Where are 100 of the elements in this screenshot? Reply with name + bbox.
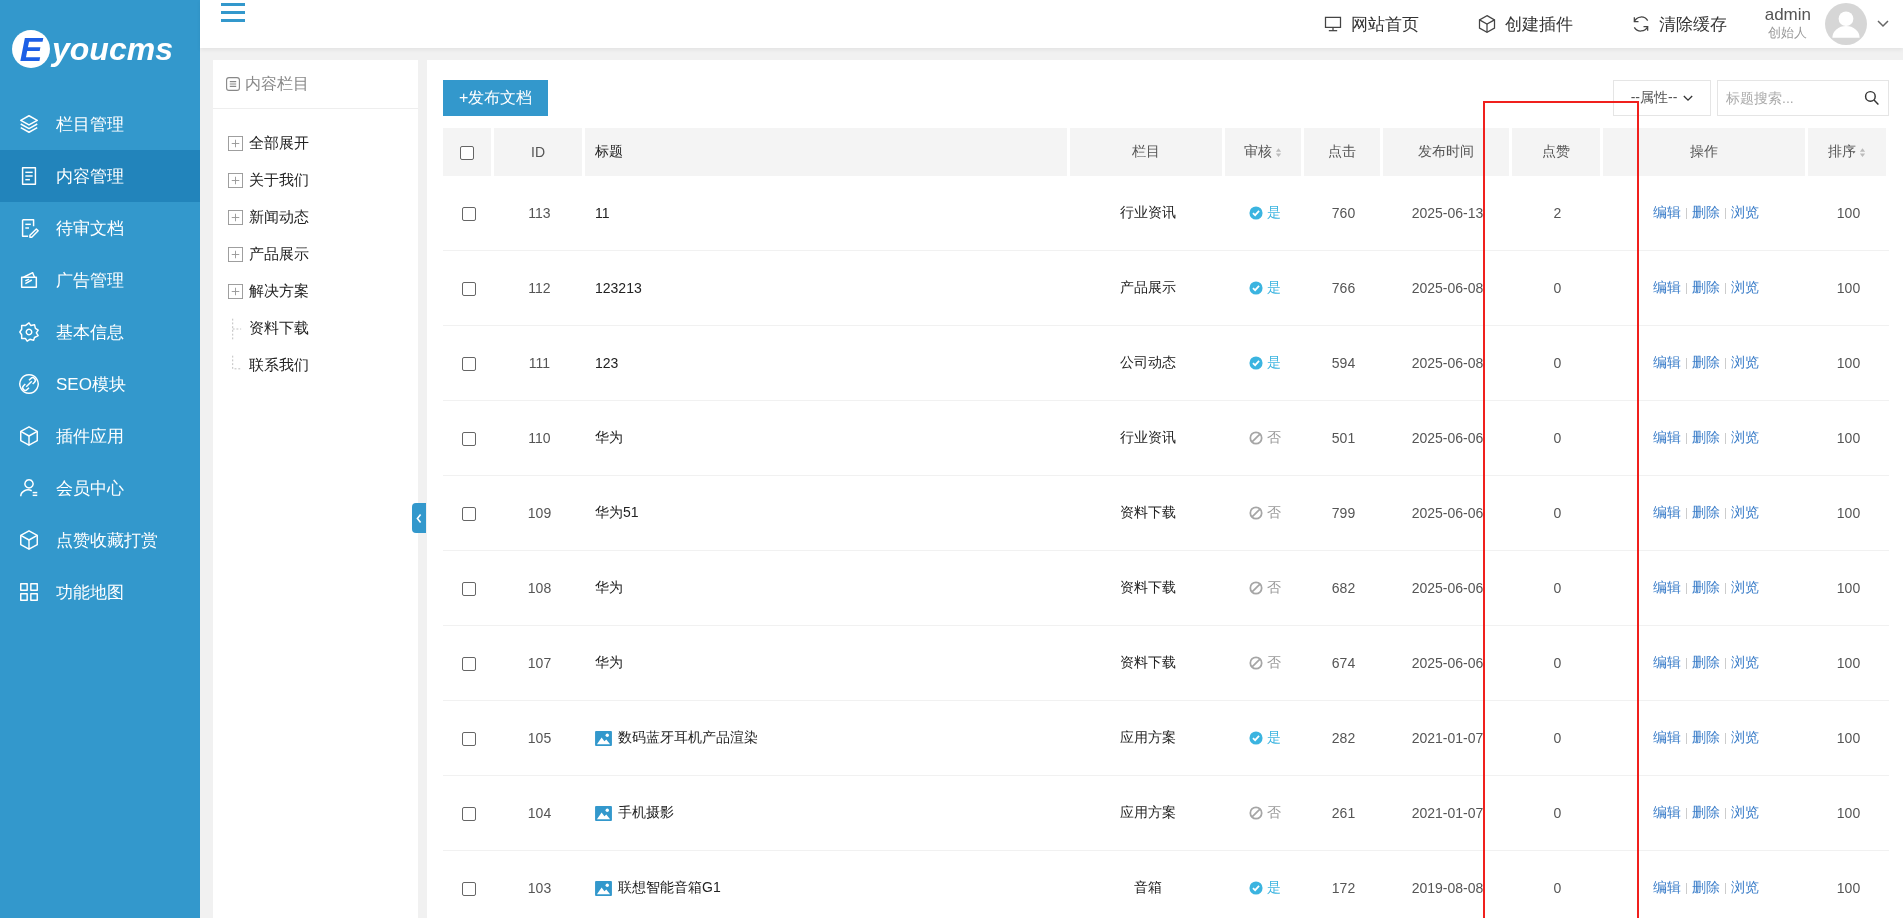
row-checkbox[interactable] [461, 882, 476, 897]
expand-icon[interactable] [228, 136, 243, 151]
row-checkbox[interactable] [461, 432, 476, 447]
sidebar-item[interactable]: 点赞收藏打赏 [0, 514, 200, 566]
edit-link[interactable]: 编辑 [1652, 804, 1681, 822]
view-link[interactable]: 浏览 [1730, 204, 1759, 222]
title-text: 11 [595, 205, 610, 221]
edit-link[interactable]: 编辑 [1652, 279, 1681, 297]
column-header: 标题 [585, 128, 1070, 176]
search-field[interactable]: 标题搜索... [1717, 80, 1889, 116]
approval-status[interactable]: 否 [1248, 803, 1281, 822]
view-link[interactable]: 浏览 [1730, 279, 1759, 297]
delete-link[interactable]: 删除 [1691, 504, 1720, 522]
edit-link[interactable]: 编辑 [1652, 579, 1681, 597]
row-checkbox[interactable] [461, 507, 476, 522]
cube-icon[interactable] [1476, 14, 1497, 34]
sidebar-item[interactable]: 广告管理 [0, 254, 200, 306]
edit-link[interactable]: 编辑 [1652, 729, 1681, 747]
attribute-select[interactable]: --属性-- [1613, 80, 1711, 116]
table-cell: 音箱 [1070, 851, 1225, 918]
tree-item[interactable]: 全部展开 [249, 134, 309, 153]
view-link[interactable]: 浏览 [1730, 504, 1759, 522]
table-cell: 100 [1808, 701, 1889, 776]
approval-status[interactable]: 是 [1248, 278, 1281, 297]
view-link[interactable]: 浏览 [1730, 429, 1759, 447]
tree-item[interactable]: 解决方案 [249, 282, 309, 301]
delete-link[interactable]: 删除 [1691, 804, 1720, 822]
table-cell: 103 [494, 851, 585, 918]
caret-icon[interactable] [1877, 20, 1889, 28]
row-checkbox[interactable] [461, 582, 476, 597]
row-checkbox[interactable] [461, 357, 476, 372]
table-cell: 799 [1304, 476, 1383, 551]
approval-status[interactable]: 否 [1248, 578, 1281, 597]
menu-icon[interactable] [220, 3, 246, 23]
edit-link[interactable]: 编辑 [1652, 354, 1681, 372]
sidebar-item[interactable]: 基本信息 [0, 306, 200, 358]
view-link[interactable]: 浏览 [1730, 804, 1759, 822]
edit-link[interactable]: 编辑 [1652, 879, 1681, 897]
column-header[interactable]: 审核 [1225, 128, 1304, 176]
tree-item[interactable]: 关于我们 [249, 171, 309, 190]
expand-icon[interactable] [228, 247, 243, 262]
approval-status[interactable]: 否 [1248, 653, 1281, 672]
column-header[interactable]: 排序 [1808, 128, 1889, 176]
header-link[interactable]: 创建插件 [1476, 12, 1573, 36]
select-all-checkbox[interactable] [460, 146, 474, 161]
publish-button[interactable]: +发布文档 [443, 80, 549, 116]
edit-link[interactable]: 编辑 [1652, 204, 1681, 222]
tree-item[interactable]: 产品展示 [249, 245, 309, 264]
table-cell: 2025-06-13 [1383, 176, 1512, 251]
approval-status[interactable]: 是 [1248, 728, 1281, 747]
sidebar-item[interactable]: 功能地图 [0, 566, 200, 618]
monitor-icon[interactable] [1322, 14, 1343, 34]
view-link[interactable]: 浏览 [1730, 579, 1759, 597]
row-checkbox[interactable] [461, 807, 476, 822]
view-link[interactable]: 浏览 [1730, 654, 1759, 672]
user-icon [18, 477, 40, 499]
delete-link[interactable]: 删除 [1691, 729, 1720, 747]
sidebar-item[interactable]: SEO模块 [0, 358, 200, 410]
header-link[interactable]: 网站首页 [1322, 12, 1419, 36]
expand-icon[interactable] [228, 210, 243, 225]
delete-link[interactable]: 删除 [1691, 579, 1720, 597]
delete-link[interactable]: 删除 [1691, 429, 1720, 447]
table-cell: 0 [1512, 551, 1603, 626]
view-link[interactable]: 浏览 [1730, 879, 1759, 897]
edit-link[interactable]: 编辑 [1652, 429, 1681, 447]
tree-item[interactable]: 新闻动态 [249, 208, 309, 227]
delete-link[interactable]: 删除 [1691, 279, 1720, 297]
tree-item[interactable]: 资料下载 [249, 319, 309, 338]
view-link[interactable]: 浏览 [1730, 354, 1759, 372]
edit-link[interactable]: 编辑 [1652, 504, 1681, 522]
caret-icon[interactable] [1683, 94, 1694, 102]
sidebar-item[interactable]: 内容管理 [0, 150, 200, 202]
expand-icon[interactable] [228, 173, 243, 188]
delete-link[interactable]: 删除 [1691, 204, 1720, 222]
row-checkbox[interactable] [461, 732, 476, 747]
sidebar-item[interactable]: 栏目管理 [0, 98, 200, 150]
search-icon[interactable] [1864, 90, 1880, 106]
expand-icon[interactable] [228, 284, 243, 299]
sidebar-item[interactable]: 待审文档 [0, 202, 200, 254]
row-checkbox[interactable] [461, 657, 476, 672]
title-text: 华为 [595, 429, 623, 447]
table-cell: 100 [1808, 176, 1889, 251]
sidebar-item[interactable]: 插件应用 [0, 410, 200, 462]
collapse-tab[interactable] [412, 503, 426, 533]
row-checkbox[interactable] [461, 282, 476, 297]
view-link[interactable]: 浏览 [1730, 729, 1759, 747]
approval-status[interactable]: 否 [1248, 428, 1281, 447]
row-checkbox[interactable] [461, 207, 476, 222]
delete-link[interactable]: 删除 [1691, 354, 1720, 372]
sidebar-item[interactable]: 会员中心 [0, 462, 200, 514]
edit-link[interactable]: 编辑 [1652, 654, 1681, 672]
approval-status[interactable]: 是 [1248, 353, 1281, 372]
table-cell: 112 [494, 251, 585, 326]
delete-link[interactable]: 删除 [1691, 654, 1720, 672]
tree-item[interactable]: 联系我们 [249, 356, 309, 375]
header-link[interactable]: 清除缓存 [1630, 12, 1727, 36]
delete-link[interactable]: 删除 [1691, 879, 1720, 897]
approval-status[interactable]: 是 [1248, 878, 1281, 897]
approval-status[interactable]: 否 [1248, 503, 1281, 522]
approval-status[interactable]: 是 [1248, 203, 1281, 222]
